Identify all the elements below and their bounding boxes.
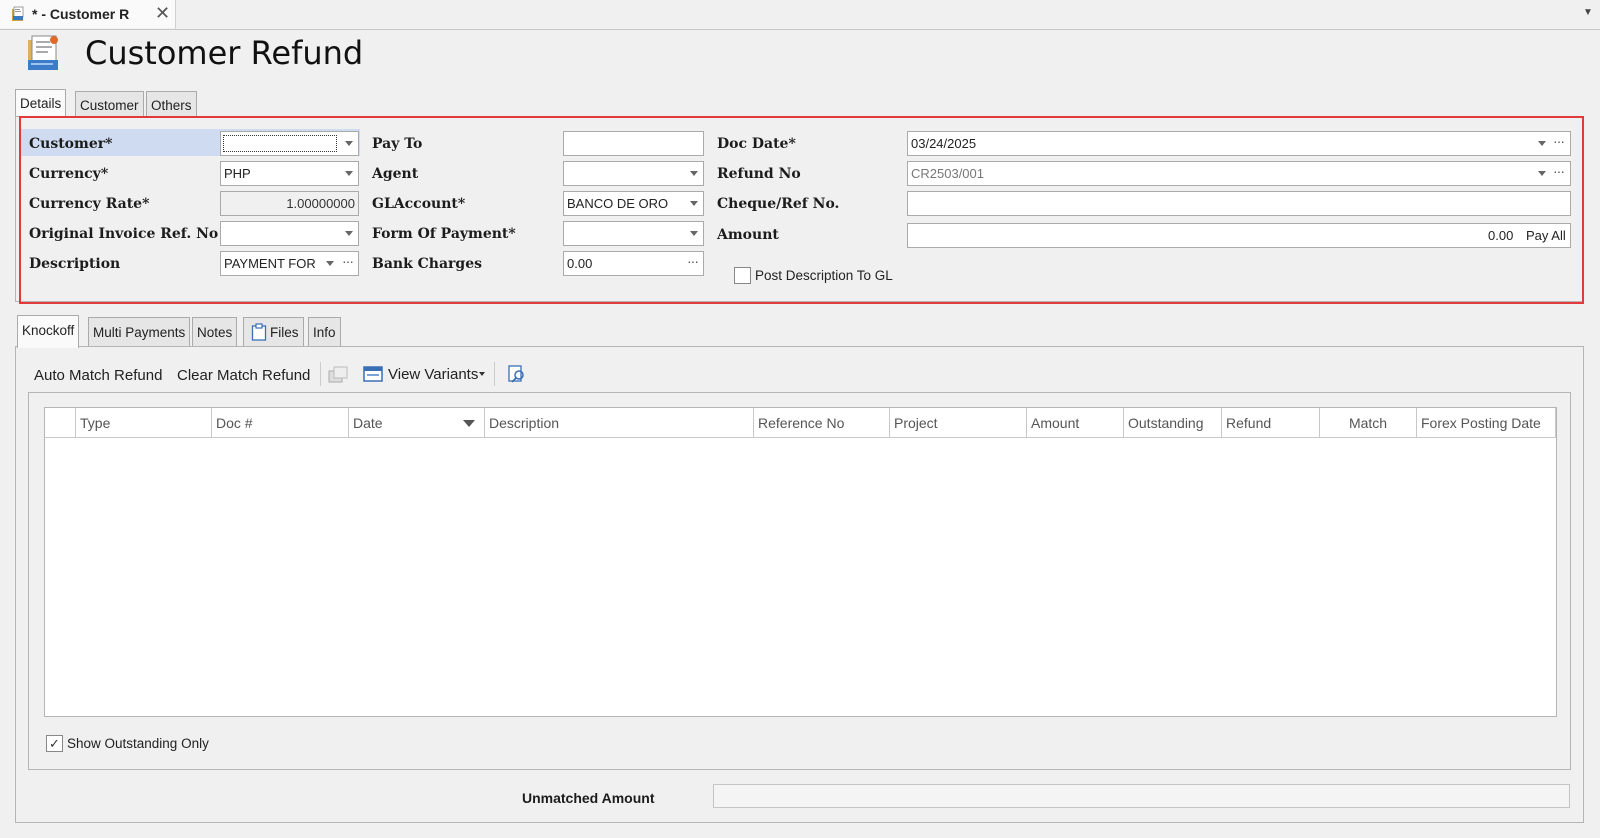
original-invoice-label: Original Invoice Ref. No [29, 226, 219, 242]
tab-menu-chevron-down-icon[interactable]: ▼ [1583, 7, 1593, 18]
show-outstanding-checkbox[interactable]: ✓ [46, 735, 63, 752]
unmatched-amount-label: Unmatched Amount [522, 790, 655, 806]
column-header-date[interactable]: Date [349, 408, 485, 438]
tab-details[interactable]: Details [15, 89, 67, 118]
currency-rate-label: Currency Rate* [29, 196, 150, 212]
column-header-date-label: Date [353, 415, 383, 431]
bank-charges-field[interactable]: 0.00 ··· [563, 251, 704, 276]
close-icon[interactable]: ✕ [155, 3, 170, 24]
view-variants-button[interactable]: View Variants [388, 366, 478, 383]
pay-all-button[interactable]: Pay All [1526, 228, 1566, 243]
tab-multi-payments[interactable]: Multi Payments [88, 317, 191, 346]
tab-files[interactable]: Files [243, 317, 304, 346]
sort-descending-icon [463, 420, 475, 427]
column-header-forex-posting-date[interactable]: Forex Posting Date [1417, 408, 1556, 438]
copy-icon[interactable] [328, 366, 348, 384]
form-of-payment-label: Form Of Payment* [372, 226, 516, 242]
chevron-down-icon[interactable] [690, 201, 698, 206]
bank-charges-value: 0.00 [567, 256, 593, 271]
currency-rate-field[interactable]: 1.00000000 [220, 191, 359, 216]
original-invoice-dropdown[interactable] [220, 221, 359, 246]
view-variants-icon[interactable] [363, 365, 383, 383]
doc-date-label: Doc Date* [717, 136, 796, 152]
grid-row-indicator-header [45, 408, 76, 438]
refund-doc-icon [12, 6, 24, 21]
glaccount-label: GLAccount* [372, 196, 466, 212]
column-header-project[interactable]: Project [890, 408, 1027, 438]
column-header-match[interactable]: Match [1320, 408, 1417, 438]
tab-info[interactable]: Info [308, 317, 341, 346]
unmatched-amount-field [713, 784, 1570, 808]
description-label: Description [29, 256, 121, 272]
tab-knockoff[interactable]: Knockoff [17, 315, 80, 348]
chevron-down-icon[interactable] [479, 372, 485, 376]
amount-value: 0.00 [1488, 228, 1514, 243]
description-value: PAYMENT FOR [224, 256, 316, 271]
customer-label: Customer* [29, 136, 113, 152]
column-header-outstanding[interactable]: Outstanding [1124, 408, 1222, 438]
tab-others[interactable]: Others [146, 91, 197, 118]
currency-value: PHP [224, 166, 251, 181]
ellipsis-icon[interactable]: ··· [342, 253, 354, 269]
column-header-type[interactable]: Type [76, 408, 212, 438]
search-preview-icon[interactable] [507, 364, 527, 384]
refund-no-value: CR2503/001 [911, 166, 984, 181]
customer-refund-icon [28, 35, 58, 70]
document-tab-strip [0, 0, 1600, 30]
glaccount-dropdown[interactable]: BANCO DE ORO [563, 191, 704, 216]
knockoff-grid[interactable]: Type Doc # Date Description Reference No… [44, 407, 1557, 717]
description-dropdown[interactable]: PAYMENT FOR ··· [220, 251, 359, 276]
customer-focus-box [223, 135, 337, 152]
column-header-refund[interactable]: Refund [1222, 408, 1320, 438]
doc-date-field[interactable]: 03/24/2025 ··· [907, 131, 1571, 156]
ellipsis-icon[interactable]: ··· [1553, 133, 1565, 149]
agent-dropdown[interactable] [563, 161, 704, 186]
toolbar-divider [494, 362, 495, 386]
page-title: Customer Refund [85, 34, 364, 72]
ellipsis-icon[interactable]: ··· [687, 253, 699, 269]
refund-no-label: Refund No [717, 166, 801, 182]
chevron-down-icon[interactable] [326, 261, 334, 266]
glaccount-value: BANCO DE ORO [567, 196, 669, 211]
pay-to-field[interactable] [563, 131, 704, 156]
bank-charges-label: Bank Charges [372, 256, 483, 272]
document-tab-title: * - Customer R [32, 6, 130, 22]
agent-label: Agent [372, 166, 419, 182]
chevron-down-icon[interactable] [690, 171, 698, 176]
cheque-label: Cheque/Ref No. [717, 196, 840, 212]
clipboard-icon [251, 323, 267, 341]
clear-match-refund-button[interactable]: Clear Match Refund [177, 367, 310, 384]
toolbar-divider [320, 362, 321, 386]
chevron-down-icon[interactable] [1538, 171, 1546, 176]
chevron-down-icon[interactable] [345, 171, 353, 176]
tab-notes[interactable]: Notes [192, 317, 238, 346]
amount-field[interactable]: 0.00 Pay All [907, 223, 1571, 248]
chevron-down-icon[interactable] [345, 231, 353, 236]
auto-match-refund-button[interactable]: Auto Match Refund [34, 367, 162, 384]
currency-dropdown[interactable]: PHP [220, 161, 359, 186]
refund-no-field[interactable]: CR2503/001 ··· [907, 161, 1571, 186]
document-tab[interactable]: * - Customer R ✕ [0, 0, 176, 29]
chevron-down-icon[interactable] [1538, 141, 1546, 146]
currency-label: Currency* [29, 166, 109, 182]
column-header-doc-no[interactable]: Doc # [212, 408, 349, 438]
ellipsis-icon[interactable]: ··· [1553, 163, 1565, 179]
cheque-ref-field[interactable] [907, 191, 1571, 216]
chevron-down-icon[interactable] [345, 141, 353, 146]
column-header-amount[interactable]: Amount [1027, 408, 1124, 438]
customer-dropdown[interactable] [220, 131, 359, 156]
doc-date-value: 03/24/2025 [911, 136, 977, 151]
pay-to-label: Pay To [372, 136, 423, 152]
column-header-reference-no[interactable]: Reference No [754, 408, 890, 438]
tab-files-label: Files [270, 325, 299, 340]
chevron-down-icon[interactable] [690, 231, 698, 236]
post-description-checkbox[interactable] [734, 267, 751, 284]
post-description-label: Post Description To GL [755, 268, 893, 283]
form-of-payment-dropdown[interactable] [563, 221, 704, 246]
tab-customer[interactable]: Customer [75, 91, 144, 118]
show-outstanding-label: Show Outstanding Only [67, 736, 209, 751]
column-header-description[interactable]: Description [485, 408, 754, 438]
amount-label: Amount [717, 227, 779, 243]
